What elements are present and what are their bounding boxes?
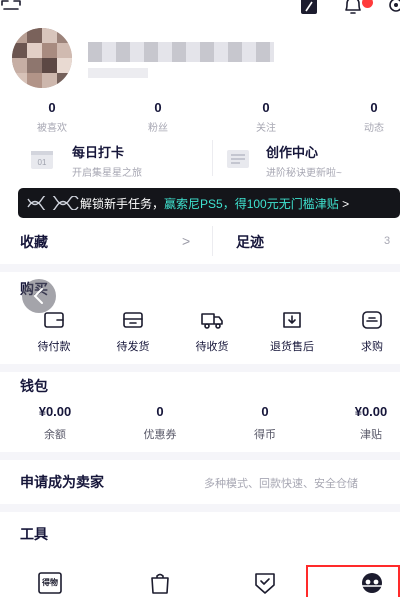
wallet-subsidy[interactable]: ¥0.00 津贴 — [326, 404, 400, 442]
document-card-icon — [227, 150, 249, 168]
order-returns[interactable]: 退货售后 — [252, 309, 332, 354]
banner-text: 解锁新手任务，赢索尼PS5，得100元无门槛津贴 > — [80, 195, 349, 212]
footprints-label: 足迹 — [236, 234, 264, 250]
banner-chevron: > — [338, 196, 350, 211]
rebate-icon-text: 得物 — [42, 578, 58, 587]
scan-icon[interactable] — [0, 0, 22, 16]
return-icon — [283, 312, 301, 328]
wallet-value: 0 — [156, 404, 164, 419]
banner-prefix: 解锁新手任务， — [80, 196, 165, 211]
wallet-balance[interactable]: ¥0.00 余额 — [10, 404, 100, 442]
wallet-value: 0 — [261, 404, 269, 419]
stat-fans[interactable]: 0 粉丝 — [118, 100, 198, 134]
stat-value: 0 — [154, 100, 162, 115]
order-label: 求购 — [361, 341, 383, 353]
footprints-row[interactable]: 足迹 3 — [236, 232, 400, 252]
seller-description: 多种模式、回款快速、安全仓储 — [204, 478, 358, 490]
stat-likes[interactable]: 0 被喜欢 — [12, 100, 92, 134]
tool-rebate[interactable]: 得物 — [38, 571, 64, 597]
wallet-label: 津贴 — [360, 429, 382, 441]
wallet-label: 得币 — [254, 429, 276, 441]
promo-banner[interactable]: 解锁新手任务，赢索尼PS5，得100元无门槛津贴 > — [18, 188, 400, 218]
wallet-coins[interactable]: 0 得币 — [220, 404, 310, 442]
svg-text:01: 01 — [38, 158, 47, 167]
order-pending-payment[interactable]: 待付款 — [14, 309, 94, 354]
stat-label: 粉丝 — [148, 123, 168, 134]
divider — [212, 226, 213, 256]
daily-checkin-card[interactable]: 01 每日打卡 开启集星星之旅 — [30, 142, 200, 179]
wallet-title: 钱包 — [20, 378, 48, 394]
stat-label: 被喜欢 — [37, 123, 67, 134]
dna-icon — [27, 196, 79, 210]
order-label: 待收货 — [195, 341, 229, 353]
shield-check-icon — [255, 573, 275, 594]
divider — [212, 140, 213, 176]
wallet-icon — [44, 312, 64, 328]
back-button[interactable] — [22, 279, 56, 313]
order-label: 待付款 — [37, 341, 71, 353]
calendar-card-icon: 01 — [31, 151, 53, 169]
order-pending-shipment[interactable]: 待发货 — [93, 309, 173, 354]
order-pending-receipt[interactable]: 待收货 — [172, 309, 252, 354]
package-icon — [123, 312, 143, 328]
creator-center-card[interactable]: 创作中心 进阶秘诀更新啦~ — [226, 142, 396, 179]
bell-icon[interactable] — [342, 0, 364, 16]
order-label: 待发货 — [116, 341, 150, 353]
tool-bag[interactable] — [148, 571, 174, 597]
chevron-left-icon — [33, 288, 43, 304]
stat-label: 关注 — [256, 123, 276, 134]
stat-value: 0 — [370, 100, 378, 115]
tools-title: 工具 — [20, 526, 48, 542]
seller-title: 申请成为卖家 — [20, 474, 104, 490]
order-label: 退货售后 — [270, 341, 314, 353]
creator-subtitle: 进阶秘诀更新啦~ — [266, 168, 342, 179]
banner-highlight: 赢索尼PS5，得100元无门槛津贴 — [164, 196, 339, 211]
section-separator — [0, 452, 400, 460]
notification-badge — [362, 0, 373, 8]
wallet-coupons[interactable]: 0 优惠券 — [115, 404, 205, 442]
wallet-value: ¥0.00 — [38, 404, 72, 419]
tool-authenticate[interactable] — [253, 571, 279, 597]
order-want[interactable]: 求购 — [332, 309, 400, 354]
become-seller-row[interactable]: 申请成为卖家 多种模式、回款快速、安全仓储 — [0, 460, 400, 502]
section-separator — [0, 264, 400, 272]
stat-posts[interactable]: 0 动态 — [334, 100, 400, 134]
calendar-icon[interactable] — [298, 0, 320, 16]
wallet-label: 余额 — [44, 429, 66, 441]
highlight-box — [306, 565, 400, 597]
section-separator — [0, 504, 400, 512]
bag-icon — [151, 573, 169, 594]
stat-value: 0 — [48, 100, 56, 115]
creator-title: 创作中心 — [266, 145, 319, 160]
checkin-title: 每日打卡 — [72, 145, 125, 160]
want-icon — [362, 311, 382, 329]
footprints-count: 3 — [384, 235, 391, 247]
chevron-right-icon: > — [182, 233, 191, 249]
checkin-subtitle: 开启集星星之旅 — [72, 168, 142, 179]
section-separator — [0, 364, 400, 372]
stat-label: 动态 — [364, 123, 384, 134]
stat-following[interactable]: 0 关注 — [226, 100, 306, 134]
wallet-label: 优惠券 — [143, 429, 177, 441]
wallet-value: ¥0.00 — [354, 404, 388, 419]
user-id-blurred — [88, 68, 148, 78]
avatar[interactable] — [12, 28, 72, 88]
settings-icon[interactable] — [386, 0, 400, 16]
favorites-label: 收藏 — [20, 234, 48, 250]
truck-icon — [201, 313, 223, 329]
favorites-row[interactable]: 收藏 > — [20, 232, 196, 252]
username-blurred — [88, 42, 274, 62]
stat-value: 0 — [262, 100, 270, 115]
